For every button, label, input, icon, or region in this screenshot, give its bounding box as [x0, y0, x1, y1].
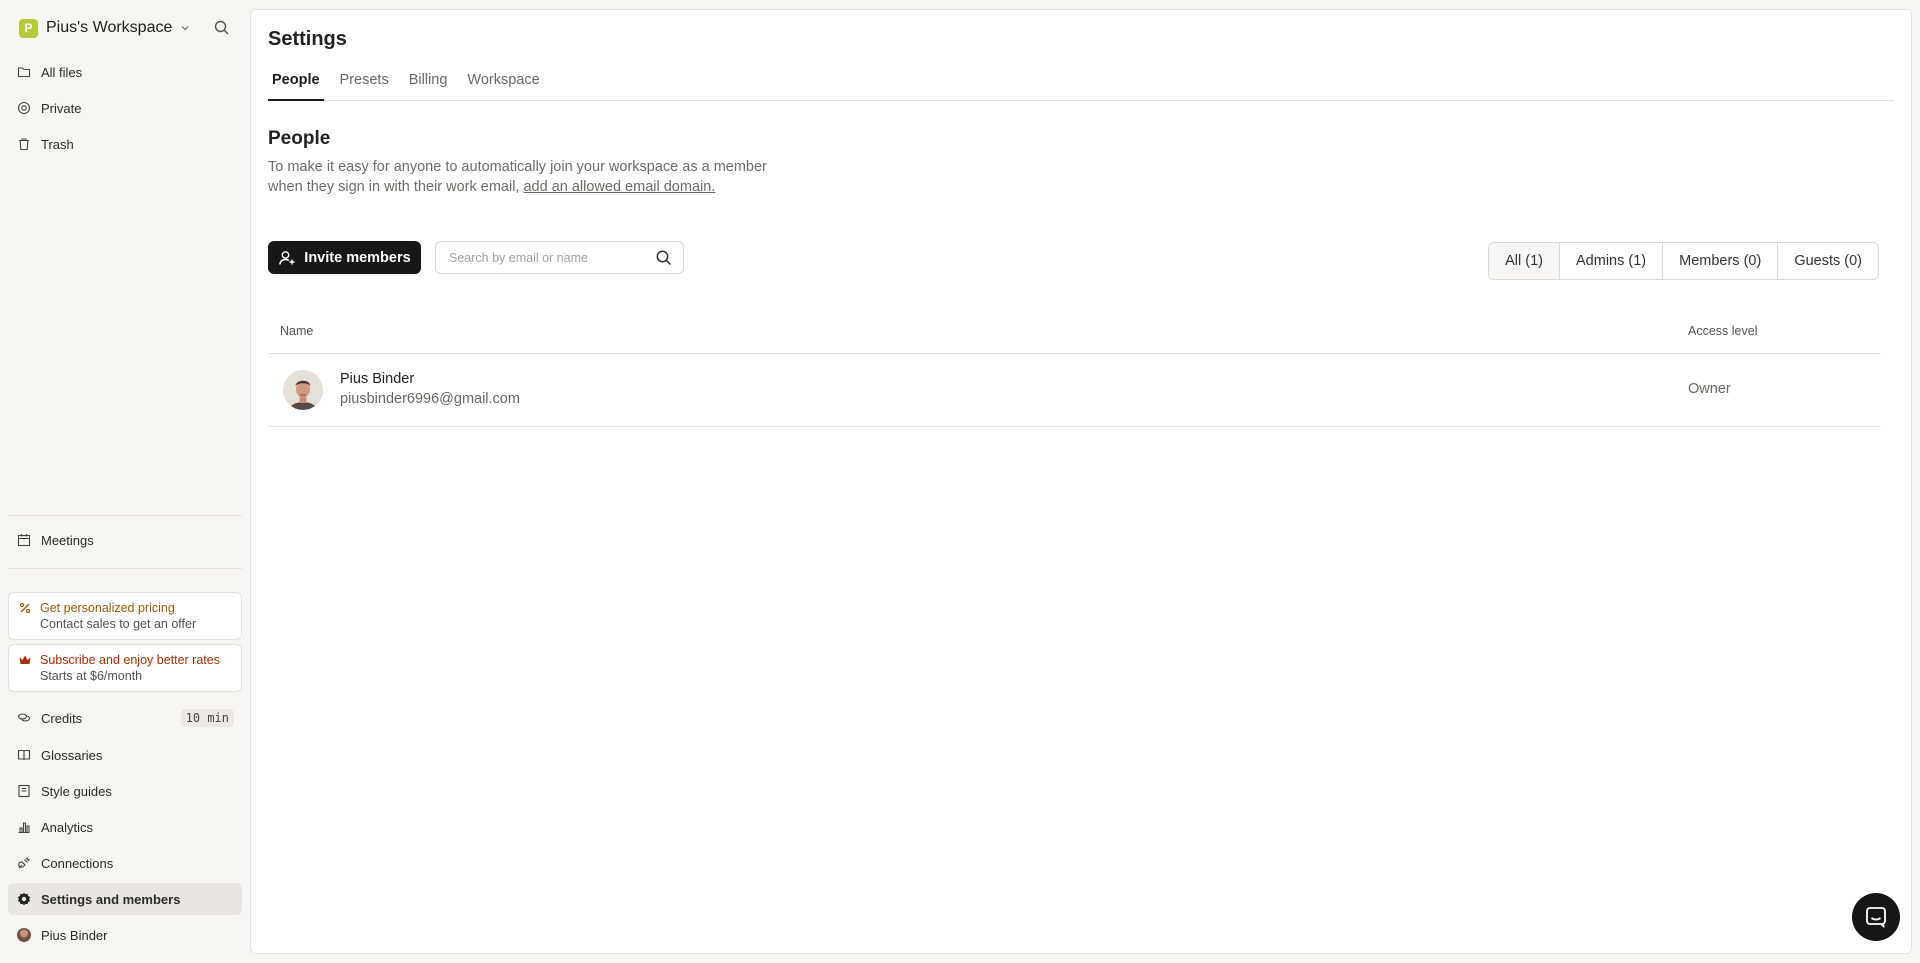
calendar-icon: [17, 534, 31, 547]
sidebar-item-style-guides[interactable]: Style guides: [8, 775, 242, 807]
sidebar-divider: [8, 515, 242, 516]
settings-tabs: People Presets Billing Workspace: [268, 70, 1894, 101]
main-panel: Settings People Presets Billing Workspac…: [250, 9, 1912, 954]
sidebar-item-label: Private: [41, 100, 82, 116]
avatar: [17, 928, 31, 942]
sidebar-item-label: Meetings: [41, 532, 94, 548]
filter-members[interactable]: Members (0): [1662, 243, 1778, 279]
sidebar-item-private[interactable]: Private: [8, 92, 242, 124]
member-filter-group: All (1) Admins (1) Members (0) Guests (0…: [1488, 242, 1879, 280]
workspace-switcher[interactable]: P Pius's Workspace: [19, 17, 190, 39]
bar-chart-icon: [18, 822, 30, 834]
sidebar-item-label: All files: [41, 64, 83, 80]
sidebar-item-label: Trash: [41, 136, 74, 152]
member-search: [435, 241, 684, 274]
section-description: To make it easy for anyone to automatica…: [268, 157, 768, 197]
coins-icon: [17, 713, 31, 722]
sidebar-item-label: Style guides: [41, 783, 112, 799]
credits-badge: 10 min: [180, 709, 234, 727]
tab-workspace[interactable]: Workspace: [463, 70, 543, 101]
percent-icon: [19, 602, 31, 614]
page-title: Settings: [268, 28, 347, 50]
sidebar-item-glossaries[interactable]: Glossaries: [8, 739, 242, 771]
search-icon[interactable]: [655, 249, 673, 267]
sidebar-item-label: Analytics: [41, 819, 94, 835]
search-input[interactable]: [449, 250, 655, 265]
sidebar: P Pius's Workspace All files Private Tra…: [0, 0, 250, 963]
chat-icon: [1866, 907, 1886, 928]
style-guide-icon: [18, 784, 30, 798]
sidebar-item-trash[interactable]: Trash: [8, 128, 242, 160]
sidebar-item-label: Glossaries: [41, 747, 103, 763]
workspace-logo: P: [19, 18, 38, 38]
section-title: People: [268, 128, 331, 149]
support-chat-button[interactable]: [1852, 893, 1900, 941]
member-name: Pius Binder: [340, 371, 415, 387]
sidebar-item-credits[interactable]: Credits 10 min: [8, 702, 242, 734]
sidebar-item-label: Connections: [41, 855, 114, 871]
sidebar-item-label: Credits: [41, 710, 83, 726]
members-table: Name Access level Pius Binder piusbinder…: [268, 312, 1881, 427]
invite-members-label: Invite members: [304, 249, 411, 266]
search-icon[interactable]: [213, 19, 231, 37]
sidebar-item-label: Pius Binder: [41, 927, 108, 943]
sidebar-item-settings-and-members[interactable]: Settings and members: [8, 883, 242, 915]
sidebar-item-label: Settings and members: [41, 891, 181, 907]
sidebar-item-user[interactable]: Pius Binder: [8, 919, 242, 951]
book-icon: [17, 749, 31, 761]
sidebar-item-all-files[interactable]: All files: [8, 56, 242, 88]
workspace-name: Pius's Workspace: [46, 19, 173, 36]
avatar: [283, 370, 323, 410]
promo-personalized-pricing[interactable]: Get personalized pricing Contact sales t…: [8, 592, 242, 640]
sidebar-divider: [8, 568, 242, 569]
invite-members-button[interactable]: Invite members: [268, 241, 421, 274]
promo-subtitle: Contact sales to get an offer: [40, 617, 197, 631]
tab-billing[interactable]: Billing: [405, 70, 452, 101]
member-access-level: Owner: [1688, 381, 1731, 397]
gear-icon: [18, 892, 30, 906]
promo-subtitle: Starts at $6/month: [40, 669, 143, 683]
filter-all[interactable]: All (1): [1489, 243, 1560, 279]
tab-people[interactable]: People: [268, 70, 324, 101]
table-row[interactable]: Pius Binder piusbinder6996@gmail.com Own…: [268, 354, 1881, 427]
add-email-domain-link[interactable]: add an allowed email domain.: [523, 179, 715, 195]
promo-subscribe[interactable]: Subscribe and enjoy better rates Starts …: [8, 644, 242, 692]
promo-title: Subscribe and enjoy better rates: [40, 653, 220, 667]
sidebar-item-analytics[interactable]: Analytics: [8, 811, 242, 843]
at-icon: [17, 101, 31, 115]
promo-title: Get personalized pricing: [40, 601, 175, 615]
folder-icon: [17, 67, 31, 78]
filter-admins[interactable]: Admins (1): [1559, 243, 1663, 279]
sidebar-item-connections[interactable]: Connections: [8, 847, 242, 879]
plug-icon: [18, 857, 30, 869]
add-user-icon: [279, 250, 295, 265]
column-header-name: Name: [280, 324, 314, 338]
member-email: piusbinder6996@gmail.com: [340, 391, 520, 407]
column-header-access-level: Access level: [1688, 324, 1758, 338]
trash-icon: [19, 138, 29, 151]
tab-presets[interactable]: Presets: [336, 70, 393, 101]
sidebar-item-meetings[interactable]: Meetings: [8, 524, 242, 556]
filter-guests[interactable]: Guests (0): [1777, 243, 1878, 279]
table-header: Name Access level: [268, 312, 1881, 354]
crown-icon: [19, 655, 31, 664]
chevron-down-icon: [181, 26, 189, 31]
